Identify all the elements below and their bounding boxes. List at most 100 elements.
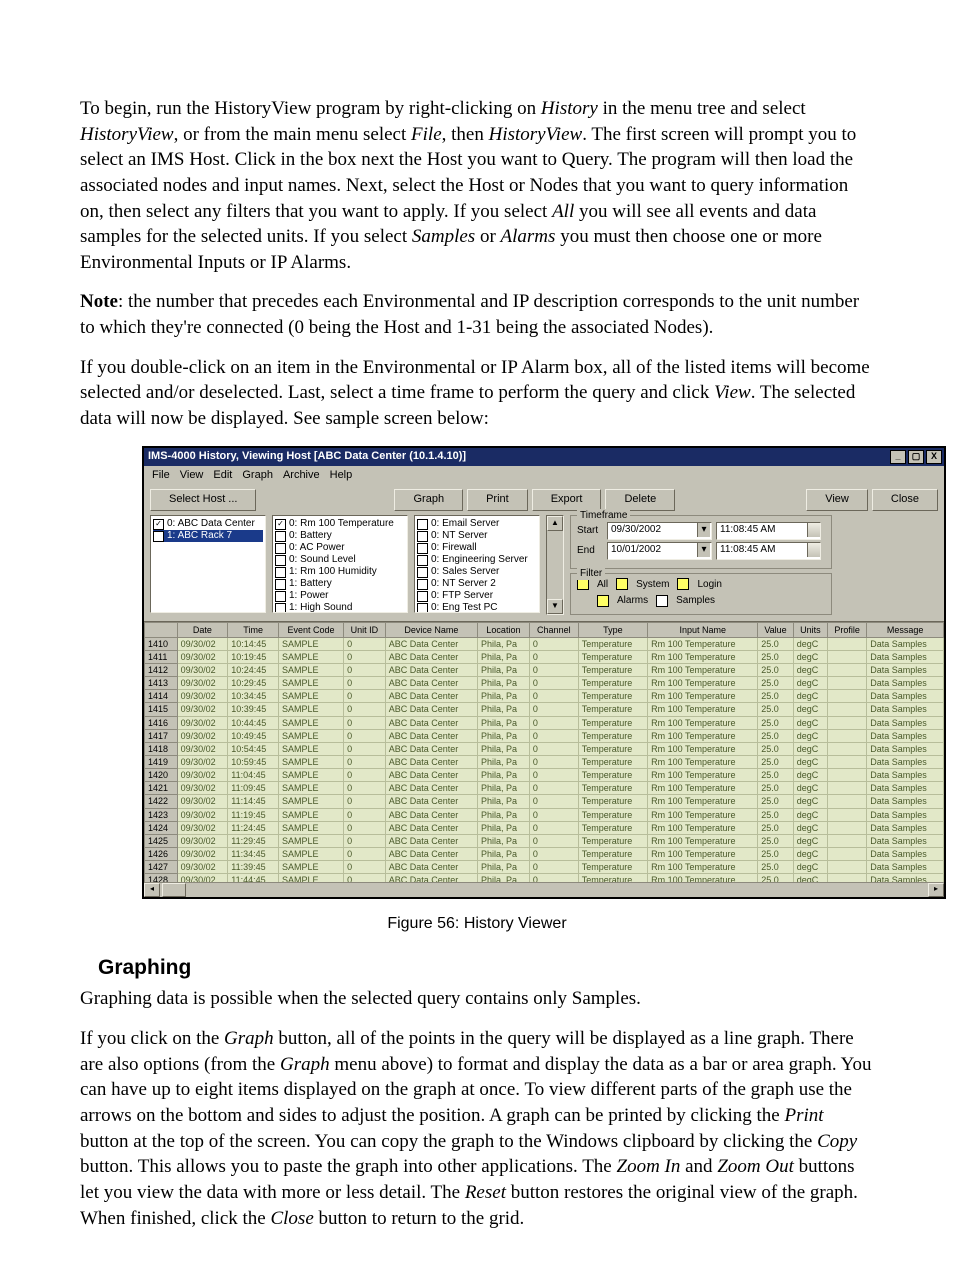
checkbox-icon[interactable]: [275, 603, 286, 613]
env-item[interactable]: ✓0: Rm 100 Temperature: [275, 518, 405, 530]
scroll-thumb[interactable]: [162, 883, 186, 897]
start-time-input[interactable]: 11:08:45 AM: [716, 522, 821, 540]
table-row[interactable]: 142509/30/0211:29:45SAMPLE0ABC Data Cent…: [145, 834, 944, 847]
menu-item-file[interactable]: File: [152, 468, 170, 483]
ip-item[interactable]: 0: NT Server: [417, 530, 537, 542]
col-header[interactable]: Message: [867, 622, 944, 637]
env-item[interactable]: 1: Rm 100 Humidity: [275, 566, 405, 578]
filter-login-checkbox[interactable]: [677, 578, 689, 590]
minimize-icon[interactable]: _: [890, 450, 906, 464]
table-row[interactable]: 141809/30/0210:54:45SAMPLE0ABC Data Cent…: [145, 742, 944, 755]
ip-item[interactable]: 0: FTP Server: [417, 590, 537, 602]
col-header[interactable]: [145, 622, 178, 637]
env-item[interactable]: 1: High Sound: [275, 602, 405, 613]
col-header[interactable]: Value: [758, 622, 793, 637]
filter-alarms-checkbox[interactable]: [597, 595, 609, 607]
filter-system-checkbox[interactable]: [616, 578, 628, 590]
col-header[interactable]: Channel: [529, 622, 578, 637]
checkbox-icon[interactable]: [417, 603, 428, 613]
print-button[interactable]: Print: [467, 489, 528, 511]
maximize-icon[interactable]: ▢: [908, 450, 924, 464]
end-date-input[interactable]: 10/01/2002: [607, 542, 712, 560]
ip-item[interactable]: 0: Engineering Server: [417, 554, 537, 566]
col-header[interactable]: Time: [228, 622, 279, 637]
checkbox-icon[interactable]: [417, 543, 428, 554]
scroll-down-icon[interactable]: ▼: [547, 599, 563, 614]
delete-button[interactable]: Delete: [605, 489, 675, 511]
grid-hscroll[interactable]: ◂ ▸: [144, 882, 944, 897]
host-item[interactable]: ✓0: ABC Data Center: [153, 518, 263, 530]
menu-item-archive[interactable]: Archive: [283, 468, 320, 483]
col-header[interactable]: Date: [177, 622, 228, 637]
table-row[interactable]: 141309/30/0210:29:45SAMPLE0ABC Data Cent…: [145, 677, 944, 690]
filter-all-checkbox[interactable]: [577, 578, 589, 590]
col-header[interactable]: Units: [793, 622, 827, 637]
ip-alarms-list[interactable]: 0: Email Server0: NT Server0: Firewall0:…: [414, 515, 540, 613]
env-item[interactable]: 1: Battery: [275, 578, 405, 590]
checkbox-icon[interactable]: ✓: [153, 519, 164, 530]
close-icon[interactable]: X: [926, 450, 942, 464]
ip-item[interactable]: 0: Firewall: [417, 542, 537, 554]
env-item[interactable]: 0: AC Power: [275, 542, 405, 554]
table-row[interactable]: 142809/30/0211:44:45SAMPLE0ABC Data Cent…: [145, 874, 944, 882]
checkbox-icon[interactable]: [275, 567, 286, 578]
menu-item-view[interactable]: View: [180, 468, 204, 483]
checkbox-icon[interactable]: [417, 555, 428, 566]
checkbox-icon[interactable]: [417, 567, 428, 578]
table-row[interactable]: 141909/30/0210:59:45SAMPLE0ABC Data Cent…: [145, 755, 944, 768]
col-header[interactable]: Location: [478, 622, 530, 637]
checkbox-icon[interactable]: [275, 579, 286, 590]
env-item[interactable]: 1: Power: [275, 590, 405, 602]
checkbox-icon[interactable]: ✓: [275, 519, 286, 530]
checkbox-icon[interactable]: [275, 543, 286, 554]
checkbox-icon[interactable]: [417, 579, 428, 590]
table-row[interactable]: 142009/30/0211:04:45SAMPLE0ABC Data Cent…: [145, 769, 944, 782]
select-host-button[interactable]: Select Host ...: [150, 489, 256, 511]
host-item[interactable]: 1: ABC Rack 7: [153, 530, 263, 542]
menu-item-edit[interactable]: Edit: [213, 468, 232, 483]
scroll-left-icon[interactable]: ◂: [144, 883, 160, 897]
col-header[interactable]: Profile: [828, 622, 867, 637]
col-header[interactable]: Device Name: [385, 622, 477, 637]
col-header[interactable]: Type: [578, 622, 647, 637]
menu-item-graph[interactable]: Graph: [242, 468, 273, 483]
col-header[interactable]: Input Name: [648, 622, 758, 637]
ip-item[interactable]: 0: Eng Test PC: [417, 602, 537, 613]
view-button[interactable]: View: [806, 489, 868, 511]
table-row[interactable]: 141109/30/0210:19:45SAMPLE0ABC Data Cent…: [145, 650, 944, 663]
table-row[interactable]: 142109/30/0211:09:45SAMPLE0ABC Data Cent…: [145, 782, 944, 795]
table-row[interactable]: 141609/30/0210:44:45SAMPLE0ABC Data Cent…: [145, 716, 944, 729]
checkbox-icon[interactable]: [275, 591, 286, 602]
env-item[interactable]: 0: Battery: [275, 530, 405, 542]
checkbox-icon[interactable]: [275, 555, 286, 566]
hosts-list[interactable]: ✓0: ABC Data Center1: ABC Rack 7: [150, 515, 266, 613]
table-row[interactable]: 142209/30/0211:14:45SAMPLE0ABC Data Cent…: [145, 795, 944, 808]
checkbox-icon[interactable]: [417, 591, 428, 602]
scroll-right-icon[interactable]: ▸: [928, 883, 944, 897]
table-row[interactable]: 141409/30/0210:34:45SAMPLE0ABC Data Cent…: [145, 690, 944, 703]
start-date-input[interactable]: 09/30/2002: [607, 522, 712, 540]
col-header[interactable]: Event Code: [278, 622, 343, 637]
col-header[interactable]: Unit ID: [344, 622, 386, 637]
menu-item-help[interactable]: Help: [330, 468, 353, 483]
export-button[interactable]: Export: [532, 489, 602, 511]
ip-item[interactable]: 0: Sales Server: [417, 566, 537, 578]
table-row[interactable]: 141009/30/0210:14:45SAMPLE0ABC Data Cent…: [145, 637, 944, 650]
table-row[interactable]: 142709/30/0211:39:45SAMPLE0ABC Data Cent…: [145, 861, 944, 874]
table-row[interactable]: 142409/30/0211:24:45SAMPLE0ABC Data Cent…: [145, 821, 944, 834]
table-row[interactable]: 141209/30/0210:24:45SAMPLE0ABC Data Cent…: [145, 663, 944, 676]
env-item[interactable]: 0: Sound Level: [275, 554, 405, 566]
table-row[interactable]: 142609/30/0211:34:45SAMPLE0ABC Data Cent…: [145, 847, 944, 860]
filter-samples-checkbox[interactable]: [656, 595, 668, 607]
scroll-up-icon[interactable]: ▲: [547, 516, 563, 531]
checkbox-icon[interactable]: [153, 531, 164, 542]
graph-button[interactable]: Graph: [394, 489, 463, 511]
table-row[interactable]: 142309/30/0211:19:45SAMPLE0ABC Data Cent…: [145, 808, 944, 821]
table-row[interactable]: 141709/30/0210:49:45SAMPLE0ABC Data Cent…: [145, 729, 944, 742]
checkbox-icon[interactable]: [275, 531, 286, 542]
close-button[interactable]: Close: [872, 489, 938, 511]
checkbox-icon[interactable]: [417, 519, 428, 530]
list-scrollbar[interactable]: ▲ ▼: [546, 515, 564, 615]
table-row[interactable]: 141509/30/0210:39:45SAMPLE0ABC Data Cent…: [145, 703, 944, 716]
data-grid[interactable]: DateTimeEvent CodeUnit IDDevice NameLoca…: [144, 621, 944, 882]
